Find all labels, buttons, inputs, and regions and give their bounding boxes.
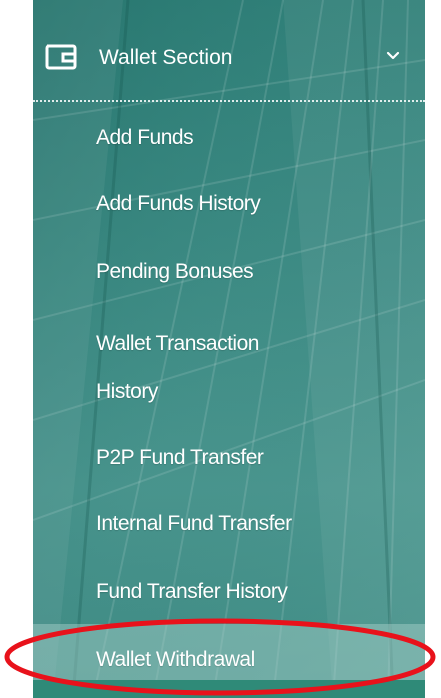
wallet-icon	[45, 44, 77, 70]
sidebar-bottom-band	[33, 680, 425, 698]
wallet-section-title: Wallet Section	[99, 46, 233, 69]
wallet-section-header[interactable]: Wallet Section	[33, 18, 425, 102]
menu-item-label: P2P Fund Transfer	[96, 446, 264, 469]
menu-item-internal-fund-transfer[interactable]: Internal Fund Transfer	[33, 490, 425, 558]
menu-item-pending-bonuses[interactable]: Pending Bonuses	[33, 238, 425, 306]
menu-item-label: Pending Bonuses	[96, 260, 254, 283]
screenshot-frame: Wallet Section Add Funds Add Funds Histo…	[0, 0, 441, 698]
menu-item-add-funds-history[interactable]: Add Funds History	[33, 170, 425, 238]
menu-item-label: Wallet Withdrawal	[96, 648, 255, 671]
sidebar: Wallet Section Add Funds Add Funds Histo…	[33, 0, 425, 698]
menu-item-label: Wallet Transaction History	[96, 332, 259, 403]
chevron-down-icon[interactable]	[385, 48, 401, 64]
menu-item-label: Internal Fund Transfer	[96, 512, 292, 535]
menu-item-wallet-transaction-history[interactable]: Wallet Transaction History	[33, 306, 425, 424]
menu-item-label: Add Funds	[96, 126, 194, 149]
menu-item-label: Fund Transfer History	[96, 580, 288, 603]
menu-item-p2p-fund-transfer[interactable]: P2P Fund Transfer	[33, 424, 425, 490]
menu-item-fund-transfer-history[interactable]: Fund Transfer History	[33, 558, 425, 624]
wallet-submenu: Add Funds Add Funds History Pending Bonu…	[33, 100, 425, 696]
menu-item-label: Add Funds History	[96, 192, 261, 215]
menu-item-add-funds[interactable]: Add Funds	[33, 100, 425, 170]
